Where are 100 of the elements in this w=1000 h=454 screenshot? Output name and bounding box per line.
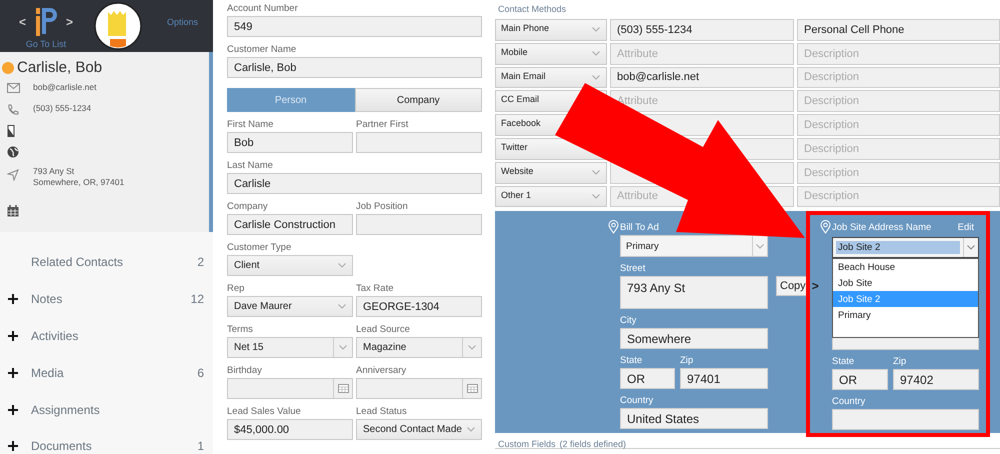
input-field[interactable]: $45,000.00 — [227, 419, 353, 440]
chevron-icon — [756, 244, 764, 249]
field-label: Lead Sales Value — [227, 406, 302, 418]
description-field[interactable]: Description — [797, 66, 1000, 88]
chevron-icon — [967, 245, 975, 250]
field-label: Terms — [227, 324, 254, 336]
chevron-icon — [592, 27, 600, 32]
dropdown[interactable]: Net 15 — [227, 337, 353, 358]
mobile-phone-icon — [7, 125, 15, 137]
section-item[interactable]: Activities — [31, 328, 204, 343]
street-field[interactable]: 793 Any St — [620, 276, 768, 310]
plus-icon[interactable] — [8, 404, 18, 415]
address-label: Job Site Address Name — [832, 222, 932, 233]
detail-text: (503) 555-1234 — [33, 103, 92, 114]
chevron-icon — [467, 427, 475, 432]
date-field[interactable] — [227, 378, 353, 399]
section-item[interactable]: Media — [31, 366, 198, 380]
globe-icon — [7, 146, 19, 158]
item-count: 2 — [197, 255, 204, 270]
attribute-field[interactable]: bob@carlisle.net — [610, 66, 794, 88]
field-label: Customer Type — [227, 242, 292, 254]
type-dropdown[interactable]: Main Phone — [495, 19, 607, 41]
dropdown-option[interactable]: Job Site — [833, 275, 978, 292]
country-field[interactable]: United States — [620, 408, 768, 430]
address-dropdown[interactable]: Primary — [620, 235, 768, 258]
description-field[interactable]: Description — [797, 42, 1000, 65]
city-field[interactable]: Somewhere — [620, 328, 768, 350]
input-field[interactable]: GEORGE-1304 — [356, 296, 482, 317]
attribute-field[interactable]: (503) 555-1234 — [610, 19, 794, 41]
plus-icon[interactable] — [8, 368, 18, 378]
field-label: Zip — [893, 357, 908, 368]
zip-field[interactable]: 97401 — [680, 368, 768, 390]
dropdown-option[interactable]: Beach House — [833, 259, 978, 276]
section-item[interactable]: Notes — [31, 292, 191, 306]
navigation-arrow-icon — [7, 169, 19, 181]
chevron-icon — [592, 74, 600, 80]
description-field[interactable]: Description — [797, 114, 1000, 136]
chevron-icon — [339, 345, 347, 350]
attribute-field[interactable]: Attribute — [610, 90, 794, 112]
item-count: 12 — [190, 292, 204, 306]
input-field[interactable] — [356, 132, 482, 153]
plus-icon[interactable] — [8, 441, 18, 452]
zip-field[interactable]: 97402 — [893, 369, 979, 390]
address-label: Bill To Ad — [620, 222, 659, 233]
type-dropdown[interactable]: Website — [495, 162, 607, 184]
state-field[interactable]: OR — [832, 369, 888, 390]
calendar-icon[interactable] — [466, 384, 478, 393]
field-label: Rep — [227, 283, 246, 295]
previous-button[interactable]: < — [18, 14, 26, 28]
dropdown[interactable]: Dave Maurer — [227, 296, 353, 317]
description-field[interactable]: Description — [797, 90, 1000, 112]
field-label: Partner First — [356, 119, 410, 131]
description-field[interactable]: Description — [797, 186, 1000, 208]
calendar-icon[interactable] — [338, 384, 348, 393]
field-label: First Name — [227, 119, 274, 131]
state-field[interactable]: OR — [620, 368, 675, 390]
field-label: Country — [620, 396, 654, 406]
date-field[interactable] — [356, 378, 482, 399]
section-item[interactable]: Assignments — [31, 402, 204, 417]
plus-icon[interactable] — [8, 330, 18, 341]
chevron-icon — [592, 194, 600, 199]
description-field[interactable]: Description — [797, 138, 1000, 160]
description-field[interactable]: Description — [797, 162, 1000, 184]
plus-icon[interactable] — [8, 294, 18, 304]
input-field[interactable]: Carlisle — [227, 173, 482, 194]
next-button[interactable]: > — [66, 14, 74, 28]
copy-arrow: > — [812, 279, 819, 294]
type-dropdown[interactable]: Main Email — [495, 66, 607, 88]
type-dropdown[interactable]: Other 1 — [495, 186, 607, 208]
input-field[interactable] — [356, 214, 482, 235]
input-field[interactable]: 549 — [227, 16, 482, 37]
dropdown[interactable]: Second Contact Made — [356, 419, 482, 440]
mail-icon — [7, 83, 20, 93]
section-item[interactable]: Related Contacts — [31, 255, 198, 270]
chevron-icon — [338, 263, 346, 268]
description-field[interactable]: Personal Cell Phone — [797, 19, 1000, 41]
section-title: Custom Fields — [498, 439, 556, 448]
chevron-icon — [592, 50, 600, 56]
dropdown-option[interactable]: Primary — [833, 307, 978, 324]
field-label: Lead Source — [356, 324, 411, 336]
country-field[interactable] — [832, 409, 979, 430]
avatar — [94, 2, 142, 50]
field-label: Customer Name — [227, 44, 298, 56]
toggle-button[interactable]: Company — [354, 88, 482, 112]
dropdown[interactable]: Client — [227, 255, 353, 276]
section-title: Contact Methods — [498, 4, 568, 15]
detail-text: 793 Any St Somewhere, OR, 97401 — [33, 166, 124, 188]
address-dropdown[interactable]: Job Site 2 — [832, 237, 979, 258]
attribute-field[interactable]: Attribute — [610, 42, 794, 65]
input-field[interactable]: Carlisle Construction — [227, 214, 353, 235]
input-field[interactable]: Carlisle, Bob — [227, 57, 482, 78]
status-dot — [2, 62, 14, 74]
type-dropdown[interactable]: Mobile — [495, 42, 607, 65]
field-label: City — [620, 316, 638, 326]
map-pin-icon — [820, 220, 831, 234]
field-label: Anniversary — [356, 365, 408, 377]
detail-text: bob@carlisle.net — [33, 82, 96, 93]
input-field[interactable]: Bob — [227, 132, 353, 153]
dropdown[interactable]: Magazine — [356, 337, 482, 358]
section-item[interactable]: Documents — [31, 439, 198, 454]
